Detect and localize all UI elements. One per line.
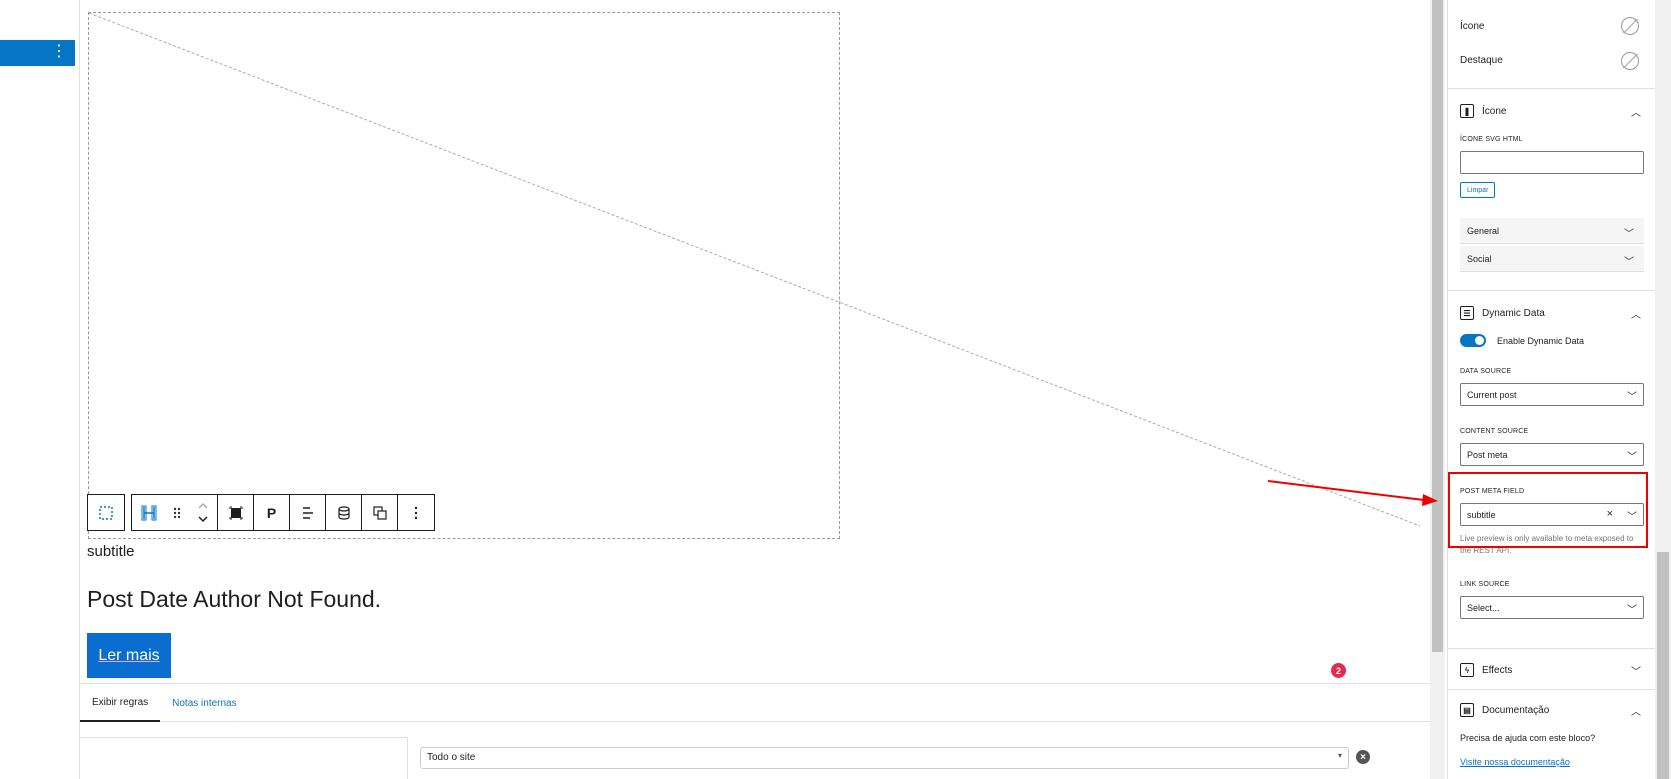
- duplicate-icon[interactable]: [362, 495, 398, 530]
- chevron-up-icon[interactable]: ︿: [1631, 104, 1641, 119]
- heading-block-icon[interactable]: [132, 495, 166, 530]
- bottom-tabs: Exibir regras Notas internas: [80, 684, 1430, 722]
- lightning-icon: ϟ: [1460, 663, 1474, 677]
- document-icon: ▤: [1460, 703, 1474, 717]
- content-source-select[interactable]: Post meta ﹀: [1460, 443, 1644, 466]
- sidebar-scrollbar[interactable]: [1655, 0, 1671, 779]
- canvas-scrollbar[interactable]: [1430, 0, 1445, 779]
- effects-panel-header[interactable]: ϟ Effects: [1460, 663, 1512, 677]
- documentation-help-text: Precisa de ajuda com este bloco?: [1460, 733, 1596, 743]
- highlight-row-label: Destaque: [1460, 55, 1503, 66]
- location-rule-select[interactable]: Todo o site ▾: [420, 747, 1349, 769]
- canvas-scroll-thumb[interactable]: [1432, 0, 1443, 652]
- post-meta-field-label: POST META FIELD: [1460, 488, 1525, 495]
- chevron-up-icon[interactable]: ︿: [1631, 306, 1641, 321]
- data-source-select[interactable]: Current post ﹀: [1460, 383, 1644, 406]
- align-icon[interactable]: [290, 495, 326, 530]
- enable-dynamic-data-toggle[interactable]: [1460, 334, 1486, 347]
- highlight-unset-icon[interactable]: [1621, 52, 1639, 70]
- paragraph-button[interactable]: P: [254, 495, 290, 530]
- divider: [1448, 648, 1656, 649]
- read-more-button[interactable]: Ler mais: [87, 633, 171, 678]
- caret-down-icon: ▾: [1337, 751, 1342, 760]
- data-source-label: DATA SOURCE: [1460, 368, 1512, 375]
- documentation-panel-header[interactable]: ▤ Documentação: [1460, 703, 1549, 717]
- link-source-label: LINK SOURCE: [1460, 581, 1510, 588]
- move-updown-icon[interactable]: [188, 495, 218, 530]
- svg-html-input[interactable]: [1460, 151, 1644, 174]
- group-general-label: General: [1467, 225, 1500, 236]
- divider: [1448, 290, 1656, 291]
- link-source-select[interactable]: Select... ﹀: [1460, 596, 1644, 619]
- enable-dynamic-data-label: Enable Dynamic Data: [1497, 336, 1585, 346]
- icon-group-social[interactable]: Social ﹀: [1460, 246, 1644, 272]
- icon-panel-icon: ❚: [1460, 104, 1474, 118]
- chevron-down-icon: ﹀: [1624, 229, 1634, 240]
- icon-group-general[interactable]: General ﹀: [1460, 218, 1644, 244]
- drag-handle-icon[interactable]: [166, 495, 188, 530]
- effects-title: Effects: [1482, 664, 1513, 676]
- subtitle-text[interactable]: subtitle: [87, 543, 135, 560]
- chevron-down-icon: ﹀: [1627, 452, 1637, 463]
- sidebar-scroll-thumb[interactable]: [1657, 552, 1669, 779]
- active-nav-item[interactable]: ⋮: [0, 40, 75, 66]
- more-options-icon[interactable]: ⋮: [51, 43, 67, 61]
- rule-area: Todo o site ▾ ×: [80, 737, 1430, 779]
- dynamic-data-panel-header[interactable]: ☰ Dynamic Data: [1460, 306, 1545, 320]
- rule-column: [80, 737, 408, 779]
- post-meta-field-value: subtitle: [1467, 510, 1496, 520]
- chevron-up-icon[interactable]: ︿: [1631, 703, 1641, 718]
- post-heading[interactable]: Post Date Author Not Found.: [87, 586, 381, 613]
- content-source-value: Post meta: [1467, 450, 1508, 460]
- data-source-value: Current post: [1467, 390, 1517, 400]
- link-source-value: Select...: [1467, 603, 1500, 613]
- clear-button[interactable]: Limpar: [1460, 182, 1496, 198]
- group-social-label: Social: [1467, 253, 1492, 264]
- block-type-icon[interactable]: [218, 495, 254, 530]
- divider: [1448, 88, 1656, 89]
- notification-badge[interactable]: 2: [1331, 663, 1346, 678]
- icon-panel-header[interactable]: ❚ Ícone: [1460, 104, 1506, 118]
- chevron-down-icon: ﹀: [1627, 605, 1637, 616]
- tab-display-rules[interactable]: Exibir regras: [80, 684, 161, 722]
- icon-unset-icon[interactable]: [1621, 17, 1639, 35]
- left-sidebar: ⋮: [0, 0, 80, 779]
- post-meta-field-select[interactable]: subtitle × ﹀: [1460, 503, 1644, 526]
- documentation-title: Documentação: [1482, 704, 1550, 716]
- remove-rule-icon[interactable]: ×: [1356, 750, 1370, 764]
- clear-icon[interactable]: ×: [1607, 508, 1613, 520]
- divider: [1448, 689, 1656, 690]
- read-more-label: Ler mais: [98, 646, 160, 664]
- icon-row-label: Ícone: [1460, 21, 1485, 32]
- content-source-label: CONTENT SOURCE: [1460, 428, 1529, 435]
- select-parent-icon[interactable]: [88, 495, 124, 530]
- svg-html-label: ÍCONE SVG HTML: [1460, 136, 1523, 143]
- dynamic-data-icon[interactable]: [326, 495, 362, 530]
- more-options-icon[interactable]: [398, 495, 434, 530]
- icon-panel-title: Ícone: [1482, 105, 1507, 117]
- block-settings-sidebar: Ícone Destaque ❚ Ícone ︿ ÍCONE SVG HTML …: [1447, 0, 1656, 779]
- tab-internal-notes[interactable]: Notas internas: [160, 684, 248, 722]
- block-toolbar: P: [87, 494, 441, 531]
- dynamic-data-title: Dynamic Data: [1482, 307, 1545, 319]
- location-rule-value: Todo o site: [427, 752, 476, 763]
- chevron-down-icon: ﹀: [1624, 257, 1634, 268]
- editor-canvas: P subtitle Post Date Author Not Found. L…: [80, 0, 1430, 779]
- image-placeholder[interactable]: [88, 12, 840, 539]
- rest-api-hint: Live preview is only available to meta e…: [1460, 534, 1634, 555]
- database-icon: ☰: [1460, 306, 1474, 320]
- documentation-link[interactable]: Visite nossa documentação: [1460, 757, 1570, 767]
- chevron-down-icon[interactable]: ﹀: [1627, 508, 1637, 523]
- chevron-down-icon: ﹀: [1627, 392, 1637, 403]
- chevron-down-icon[interactable]: ﹀: [1631, 663, 1641, 678]
- bottom-panel: Exibir regras Notas internas Todo o site…: [80, 683, 1430, 779]
